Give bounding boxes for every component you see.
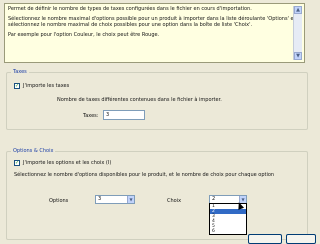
dialog-button-2[interactable] [286,234,316,244]
help-text-panel: Permet de définir le nombre de types de … [4,3,305,63]
import-taxes-checkbox[interactable]: ✓ [14,83,20,89]
help-scrollbar[interactable]: ▲ ▼ [293,6,302,60]
options-group-legend: Options & Choix [11,148,56,154]
options-field-label: Options [49,198,69,204]
help-paragraph-2: Sélectionnez le nombre maximal d'options… [8,16,296,28]
taxes-field-label: Taxes: [83,113,99,119]
import-taxes-label: J'importe les taxes [23,83,70,89]
import-options-checkbox[interactable]: ✓ [14,160,20,166]
options-count-value: 3 [98,196,102,202]
taxes-description: Nombre de taxes différentes contenues da… [57,97,222,103]
import-options-label: J'importe les options et les choix (I) [23,160,112,166]
help-paragraph-1: Permet de définir le nombre de types de … [8,6,252,12]
taxes-count-input[interactable]: 3 [103,110,145,120]
scroll-up-icon[interactable]: ▲ [294,6,302,14]
scroll-down-icon[interactable]: ▼ [294,52,302,60]
dialog-button-1[interactable] [248,234,282,244]
options-description: Sélectionnez le nombre d'options disponi… [14,172,275,178]
choix-option-6[interactable]: 6 [210,229,246,234]
help-paragraph-3: Par exemple pour l'option Couleur, le ch… [8,32,160,38]
taxes-group: Taxes ✓ J'importe les taxes Nombre de ta… [6,69,308,130]
taxes-group-legend: Taxes [11,69,29,75]
choix-count-value: 2 [212,196,216,202]
options-count-select[interactable]: 3 ▼ [95,195,135,204]
choix-field-label: Choix [167,198,182,204]
options-dropdown-icon[interactable]: ▼ [127,196,134,203]
import-options-checkbox-row[interactable]: ✓ J'importe les options et les choix (I) [14,160,111,166]
options-choix-group: Options & Choix ✓ J'importe les options … [6,148,308,240]
import-taxes-checkbox-row[interactable]: ✓ J'importe les taxes [14,83,69,89]
